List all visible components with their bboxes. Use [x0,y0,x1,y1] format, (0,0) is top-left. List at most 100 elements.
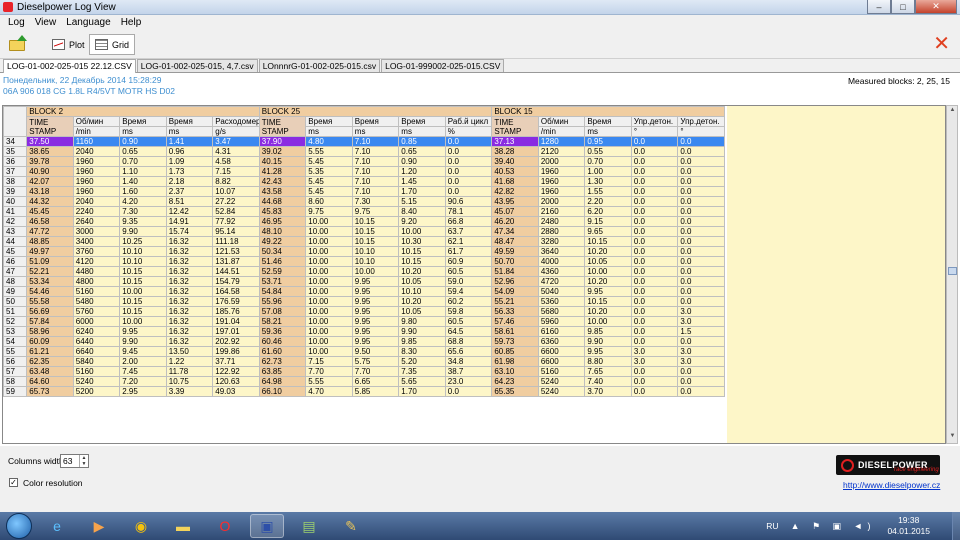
grid-cell[interactable]: 61.60 [258,346,307,357]
grid-cell[interactable]: 5.15 [398,196,446,207]
grid-cell[interactable]: 0.0 [677,246,725,257]
grid-cell[interactable]: 0.0 [444,176,493,187]
grid-cell[interactable]: 68.8 [444,336,493,347]
grid-cell[interactable]: 5.45 [305,186,353,197]
grid-cell[interactable]: 52.84 [212,206,260,217]
grid-cell[interactable]: 5360 [537,296,586,307]
grid-cell[interactable]: 7.70 [305,366,353,377]
grid-cell[interactable]: 9.95 [351,296,400,307]
column-header[interactable]: TIME STAMP [491,116,539,137]
grid-cell[interactable]: 63.85 [258,366,307,377]
grid-cell[interactable]: 120.63 [212,376,260,387]
grid-cell[interactable]: 0.0 [630,196,679,207]
grid-cell[interactable]: 0.0 [630,286,679,297]
grid-cell[interactable]: 5.35 [305,166,353,177]
grid-cell[interactable]: 0.0 [630,256,679,267]
grid-cell[interactable]: 9.75 [305,206,353,217]
grid-cell[interactable]: 0.0 [444,136,493,147]
grid-cell[interactable]: 54.09 [491,286,539,297]
grid-cell[interactable]: 37.13 [491,136,539,147]
grid-cell[interactable]: 6.65 [351,376,400,387]
grid-cell[interactable]: 64.98 [258,376,307,387]
grid-cell[interactable]: 78.1 [444,206,493,217]
grid-cell[interactable]: 12.42 [165,206,214,217]
grid-cell[interactable]: 0.85 [398,136,446,147]
tab-file-3[interactable]: LOnnnrG-01-002-025-015.csv [258,59,381,72]
grid-cell[interactable]: 60.5 [444,316,493,327]
grid-cell[interactable]: 0.0 [630,306,679,317]
grid-cell[interactable]: 10.00 [119,316,167,327]
menu-language[interactable]: Language [61,17,116,28]
grid-cell[interactable]: 39.78 [26,156,74,167]
grid-cell[interactable]: 9.90 [398,326,446,337]
grid-cell[interactable]: 1160 [72,136,121,147]
grid-cell[interactable]: 64.23 [491,376,539,387]
grid-cell[interactable]: 2000 [537,196,586,207]
grid-cell[interactable]: 0.0 [630,136,679,147]
grid-cell[interactable]: 55.21 [491,296,539,307]
grid-cell[interactable]: 90.6 [444,196,493,207]
start-button[interactable] [6,513,32,539]
grid-cell[interactable]: 0.0 [677,196,725,207]
grid-cell[interactable]: 40.90 [26,166,74,177]
grid-cell[interactable]: 7.10 [351,176,400,187]
table-row[interactable]: 46 51.09 4120 10.10 16.32 131.87 51.46 10.00 10.… [3,256,725,267]
color-resolution-checkbox[interactable]: ✓ [9,478,18,487]
grid-cell[interactable]: 16.32 [165,326,214,337]
grid-cell[interactable]: 48.85 [26,236,74,247]
grid-cell[interactable]: 1.55 [584,186,632,197]
grid-cell[interactable]: 10.15 [584,296,632,307]
grid-cell[interactable]: 16.32 [165,256,214,267]
grid-cell[interactable]: 0.0 [677,296,725,307]
grid-cell[interactable]: 63.48 [26,366,74,377]
grid-cell[interactable]: 56.33 [491,306,539,317]
grid-cell[interactable]: 0.70 [584,156,632,167]
grid-cell[interactable]: 0.0 [677,146,725,157]
ie-icon[interactable]: e [40,514,74,538]
grid-cell[interactable]: 3.0 [677,346,725,357]
grid-cell[interactable]: 121.53 [212,246,260,257]
grid-cell[interactable]: 0.0 [630,326,679,337]
grid-cell[interactable]: 46.58 [26,216,74,227]
grid-cell[interactable]: 7.15 [212,166,260,177]
grid-cell[interactable]: 10.20 [584,276,632,287]
grid-cell[interactable]: 49.22 [258,236,307,247]
opera-icon[interactable]: O [208,514,242,538]
grid-cell[interactable]: 57.08 [258,306,307,317]
grid-cell[interactable]: 1960 [72,166,121,177]
grid-cell[interactable]: 7.70 [351,366,400,377]
menu-log[interactable]: Log [3,17,30,28]
grid-cell[interactable]: 16.32 [165,286,214,297]
grid-cell[interactable]: 7.20 [119,376,167,387]
grid-cell[interactable]: 9.95 [351,306,400,317]
grid-cell[interactable]: 59.8 [444,306,493,317]
grid-cell[interactable]: 0.0 [444,166,493,177]
website-link[interactable]: http://www.dieselpower.cz [843,480,940,490]
grid-cell[interactable]: 3.0 [630,356,679,367]
grid-cell[interactable]: 57.46 [491,316,539,327]
grid-cell[interactable]: 41.28 [258,166,307,177]
grid-cell[interactable]: 46.20 [491,216,539,227]
grid-cell[interactable]: 1.45 [398,176,446,187]
grid-cell[interactable]: 5.75 [351,356,400,367]
grid-cell[interactable]: 0.0 [677,206,725,217]
grid-cell[interactable]: 3.0 [677,356,725,367]
grid-cell[interactable]: 1.10 [119,166,167,177]
grid-cell[interactable]: 59.4 [444,286,493,297]
grid-cell[interactable]: 10.00 [351,266,400,277]
grid-cell[interactable]: 44.32 [26,196,74,207]
grid-cell[interactable]: 0.70 [119,156,167,167]
grid-cell[interactable]: 5480 [72,296,121,307]
grid-cell[interactable]: 54.46 [26,286,74,297]
grid-cell[interactable]: 1.09 [165,156,214,167]
grid-cell[interactable]: 9.80 [398,316,446,327]
table-row[interactable]: 51 56.69 5760 10.15 16.32 185.76 57.08 10.00 9.9… [3,306,725,317]
grid-cell[interactable]: 10.00 [305,246,353,257]
grid-cell[interactable]: 5040 [537,286,586,297]
grid-cell[interactable]: 10.00 [584,266,632,277]
grid-cell[interactable]: 0.0 [677,136,725,147]
grid-cell[interactable]: 10.00 [305,256,353,267]
grid-cell[interactable]: 10.20 [584,246,632,257]
table-row[interactable]: 44 48.85 3400 10.25 16.32 111.18 49.22 10.00 10.… [3,236,725,247]
column-header[interactable]: TIME STAMP [258,116,307,137]
